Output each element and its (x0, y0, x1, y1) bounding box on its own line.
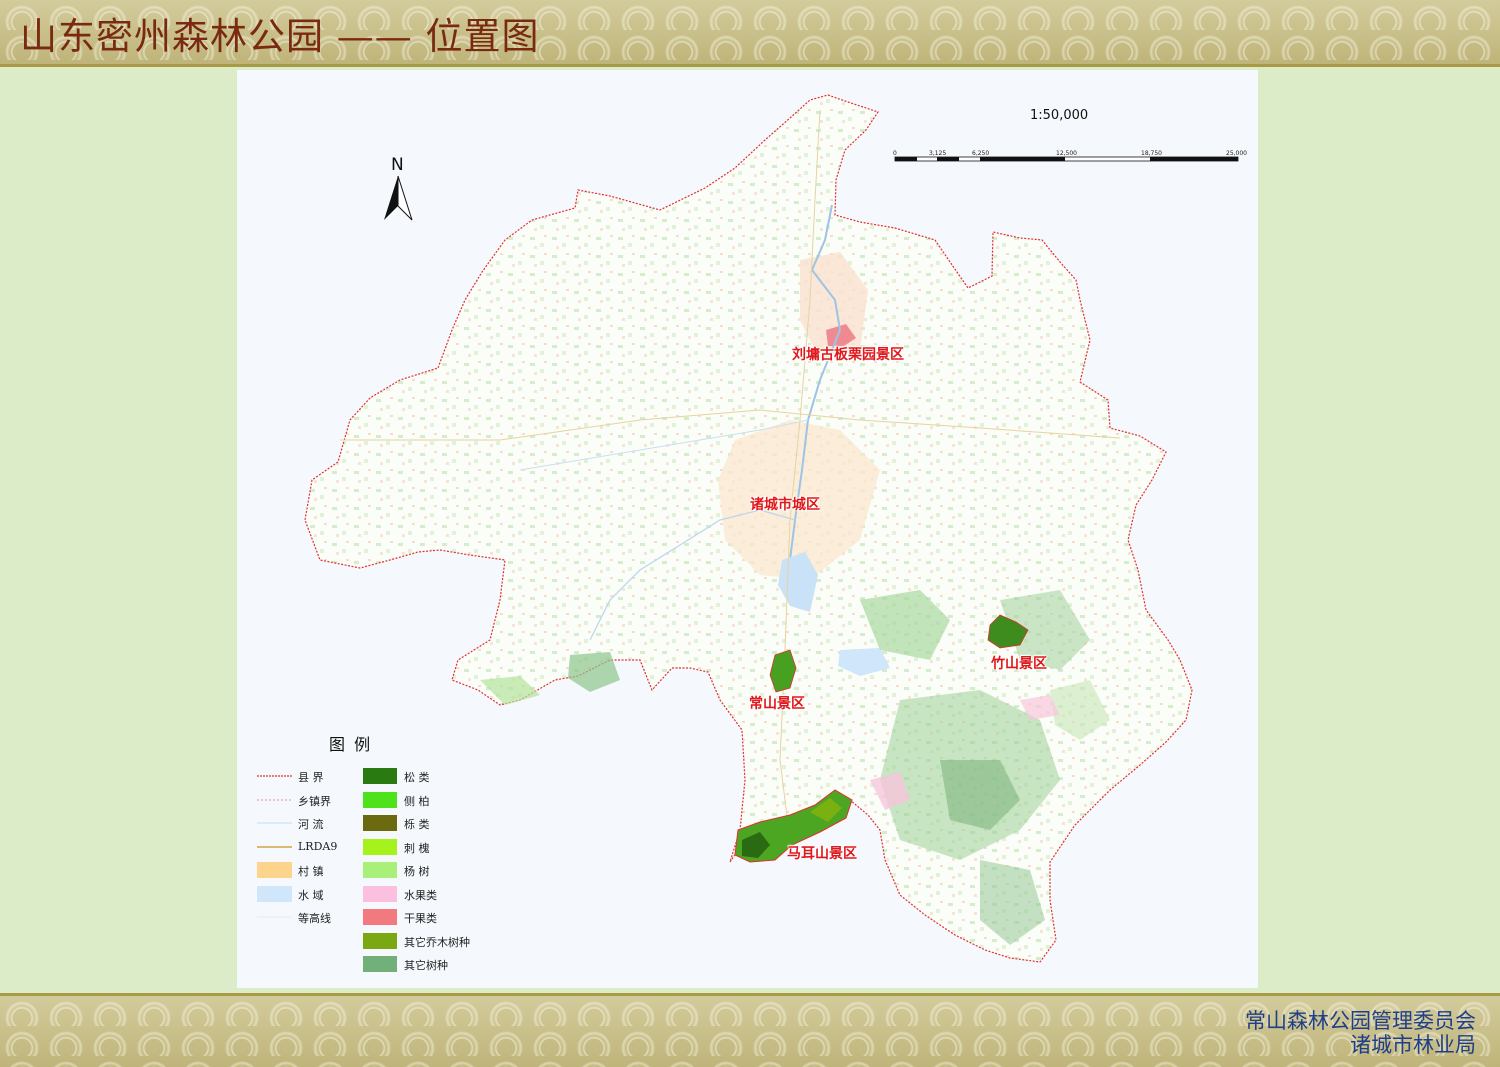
scale-bar (894, 156, 1239, 162)
footer-org-line-2: 诸城市林业局 (1350, 1033, 1476, 1057)
legend-swatch-right-1 (363, 792, 397, 808)
legend-swatch-right-0 (363, 768, 397, 784)
legend-swatch-right-4 (363, 862, 397, 878)
legend-swatch-right-6 (363, 909, 397, 925)
scale-tick-1: 3,125 (929, 150, 947, 157)
place-label-zhushan: 竹山景区 (991, 656, 1047, 672)
legend-label-water: 水 域 (298, 889, 324, 902)
legend-label-pine: 松 类 (404, 771, 430, 784)
map-canvas (257, 94, 1239, 972)
legend-swatch-right-2 (363, 815, 397, 831)
legend-label-lrda9: LRDA9 (298, 840, 338, 853)
legend-label-locust: 刺 槐 (404, 842, 430, 855)
legend-swatch-right-7 (363, 933, 397, 949)
scale-tick-5: 25,000 (1226, 150, 1247, 157)
legend-swatch-right-8 (363, 956, 397, 972)
north-arrow-icon (384, 175, 413, 221)
legend-label-contour: 等高线 (298, 912, 331, 925)
legend-label-cypress: 侧 柏 (404, 795, 430, 808)
legend-label-nut: 干果类 (404, 912, 437, 925)
legend-label-river: 河 流 (298, 818, 324, 831)
scale-ratio: 1:50,000 (1030, 108, 1089, 123)
legend-title: 图 例 (329, 735, 373, 754)
legend-swatch-left-5 (257, 886, 292, 902)
legend-label-poplar: 杨 树 (404, 865, 430, 878)
legend-label-village: 村 镇 (298, 865, 324, 878)
legend-label-county-border: 县 界 (298, 771, 324, 784)
legend-label-other-species: 其它树种 (404, 959, 448, 972)
place-label-zhucheng-city: 诸城市城区 (750, 497, 820, 513)
scale-tick-2: 6,250 (972, 150, 990, 157)
legend-swatch-right-3 (363, 839, 397, 855)
legend-swatch-right-5 (363, 886, 397, 902)
scale-tick-4: 18,750 (1141, 150, 1162, 157)
legend-label-fruit: 水果类 (404, 889, 437, 902)
place-label-maershan: 马耳山景区 (787, 846, 857, 862)
place-label-changshan: 常山景区 (749, 696, 805, 712)
scale-tick-0: 0 (893, 150, 897, 157)
legend-label-other-arbor: 其它乔木树种 (404, 936, 470, 949)
legend-label-town-border: 乡镇界 (298, 795, 331, 808)
north-label: N (391, 155, 404, 175)
legend-swatch-left-4 (257, 862, 292, 878)
scale-tick-3: 12,500 (1056, 150, 1077, 157)
legend-label-oak: 栎 类 (404, 818, 430, 831)
place-label-liuyong: 刘墉古板栗园景区 (792, 347, 904, 363)
